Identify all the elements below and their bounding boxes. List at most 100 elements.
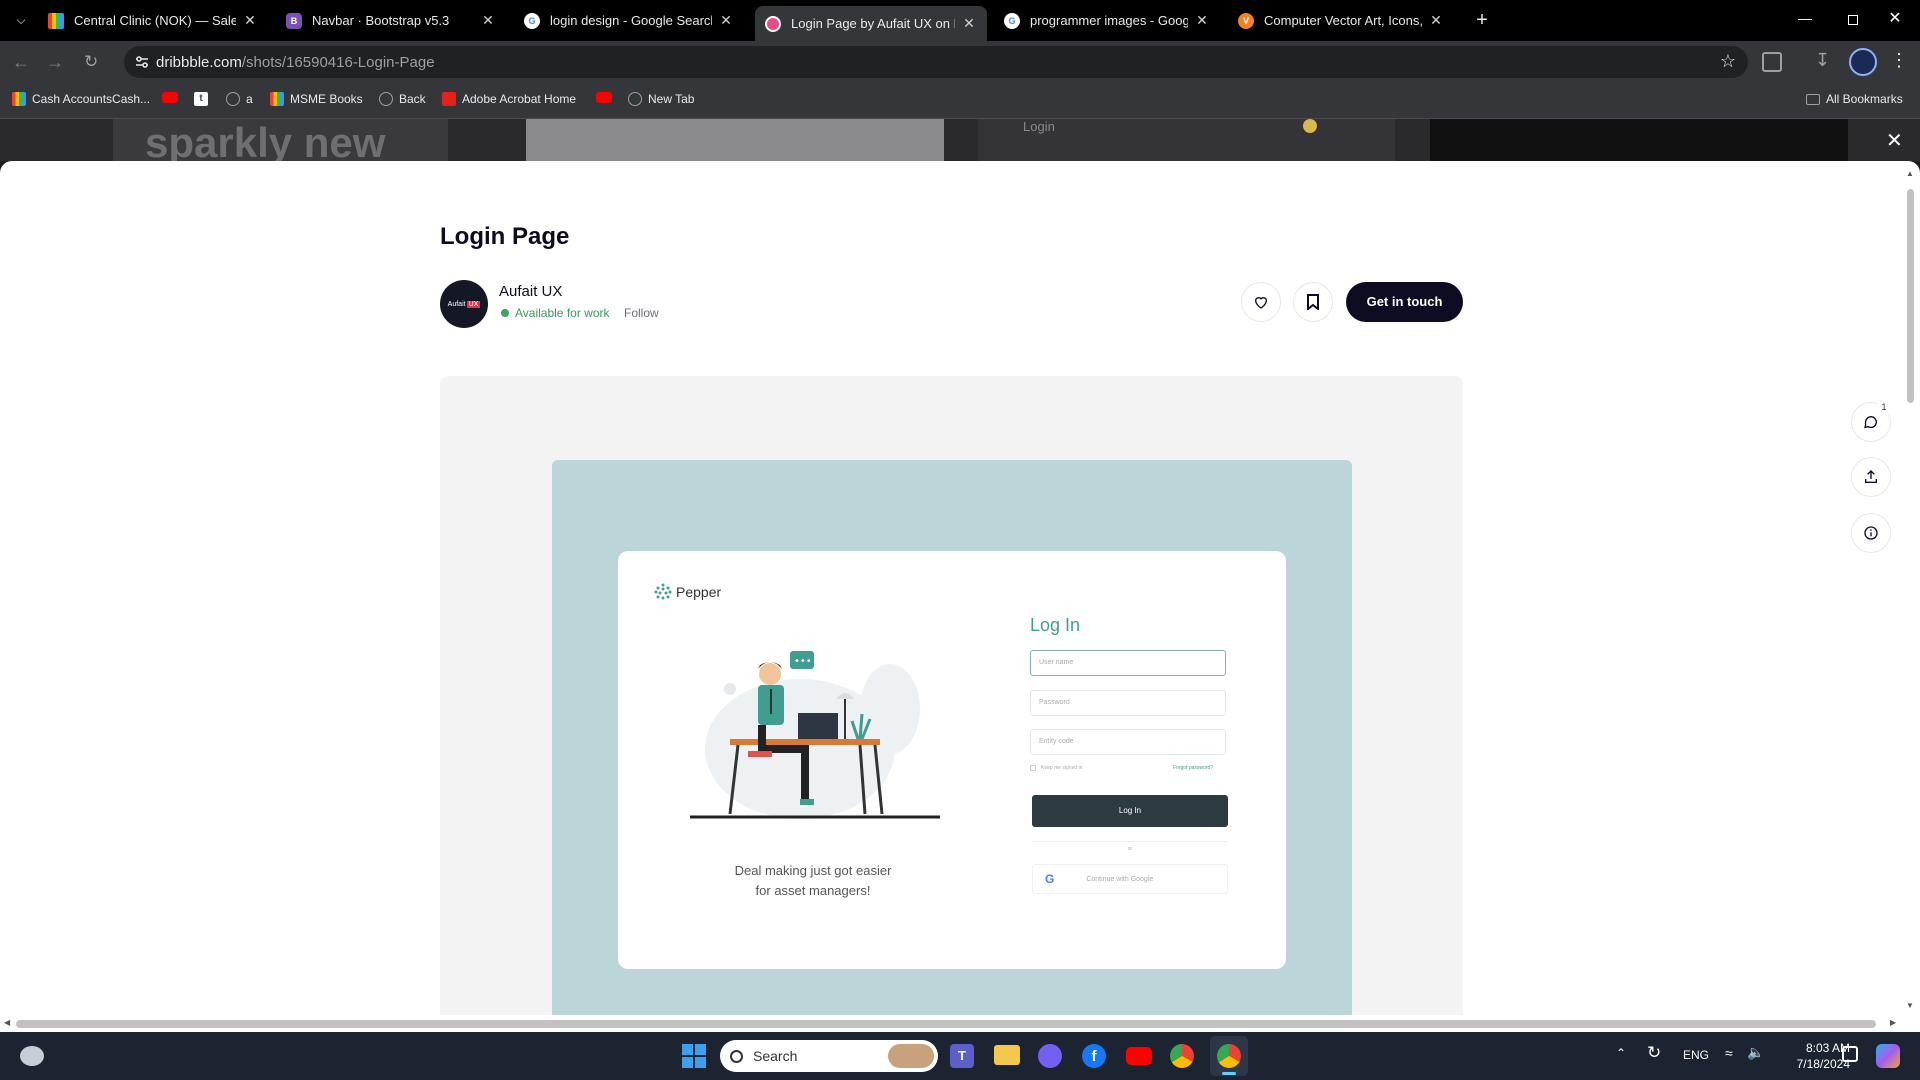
sync-icon[interactable]: ↻ bbox=[1647, 1043, 1661, 1063]
bookmark-cash-accounts[interactable]: Cash AccountsCash... bbox=[12, 92, 150, 106]
file-explorer-icon[interactable] bbox=[994, 1045, 1020, 1065]
scroll-up-arrow-icon[interactable]: ▲ bbox=[1906, 169, 1914, 178]
tab-search-chevron-icon[interactable]: ⌵ bbox=[10, 8, 32, 32]
background-shot-1[interactable]: sparkly new bbox=[113, 119, 448, 161]
bookmark-msme-books[interactable]: MSME Books bbox=[270, 92, 363, 106]
app-grid-icon bbox=[12, 92, 26, 106]
tab-title: Login Page by Aufait UX on Dri bbox=[791, 16, 955, 31]
continue-with-google-button[interactable]: G Continue with Google bbox=[1032, 864, 1228, 894]
bookmark-label: Back bbox=[399, 92, 426, 106]
wifi-icon[interactable]: ≈ bbox=[1725, 1045, 1733, 1061]
youtube-icon[interactable] bbox=[1126, 1047, 1152, 1065]
extensions-puzzle-icon[interactable] bbox=[1762, 52, 1782, 72]
chrome-active-icon[interactable] bbox=[1210, 1036, 1248, 1076]
tab-vecteezy[interactable]: V Computer Vector Art, Icons, and ✕ bbox=[1228, 5, 1454, 36]
close-tab-icon[interactable]: ✕ bbox=[242, 12, 258, 29]
bookmark-star-icon[interactable]: ☆ bbox=[1720, 51, 1736, 72]
login-button[interactable]: Log In bbox=[1032, 795, 1228, 827]
comments-button[interactable]: 1 bbox=[1851, 399, 1892, 442]
bookmark-a[interactable]: a bbox=[226, 92, 253, 106]
back-arrow-icon[interactable]: ← bbox=[12, 51, 34, 73]
teams-icon[interactable]: T bbox=[950, 1044, 974, 1068]
taskbar-search-box[interactable]: Search bbox=[720, 1040, 938, 1072]
forward-arrow-icon[interactable]: → bbox=[46, 51, 68, 73]
save-button[interactable] bbox=[1293, 282, 1333, 322]
background-shot-2[interactable] bbox=[526, 119, 944, 161]
entity-code-input[interactable]: Entity code bbox=[1030, 729, 1226, 755]
restore-window-icon[interactable] bbox=[1838, 10, 1868, 30]
tab-bootstrap[interactable]: B Navbar · Bootstrap v5.3 ✕ bbox=[276, 5, 506, 36]
bookmark-youtube-2[interactable] bbox=[596, 92, 618, 103]
bookmark-new-tab[interactable]: New Tab bbox=[628, 92, 694, 106]
tab-central-clinic[interactable]: Central Clinic (NOK) — Sales In ✕ bbox=[38, 5, 268, 36]
close-tab-icon[interactable]: ✕ bbox=[961, 15, 977, 32]
close-window-icon[interactable]: ✕ bbox=[1880, 8, 1910, 30]
app-grid-icon bbox=[270, 92, 284, 106]
all-bookmarks-folder[interactable]: All Bookmarks bbox=[1806, 92, 1903, 106]
minimize-window-icon[interactable]: — bbox=[1790, 10, 1820, 30]
details-button[interactable] bbox=[1851, 513, 1891, 553]
bookmark-label: Cash AccountsCash... bbox=[32, 92, 151, 106]
background-shot-text: Login bbox=[1023, 119, 1055, 134]
forgot-password-link[interactable]: Forgot password? bbox=[1173, 765, 1213, 771]
keep-signed-in-checkbox[interactable]: Keep me signed in bbox=[1030, 765, 1082, 771]
vertical-scrollbar[interactable]: ▲ ▼ bbox=[1902, 169, 1918, 1011]
like-button[interactable] bbox=[1241, 282, 1281, 322]
horizontal-scrollbar-thumb[interactable] bbox=[16, 1020, 1876, 1028]
language-indicator[interactable]: ENG bbox=[1683, 1048, 1709, 1062]
tab-google-login-design[interactable]: G login design - Google Search ✕ bbox=[514, 5, 744, 36]
follow-link[interactable]: Follow bbox=[624, 306, 659, 320]
scroll-down-arrow-icon[interactable]: ▼ bbox=[1906, 1001, 1914, 1010]
download-icon[interactable]: ↧ bbox=[1815, 50, 1830, 71]
new-tab-plus-icon[interactable]: + bbox=[1470, 8, 1494, 32]
reload-icon[interactable]: ↻ bbox=[84, 51, 106, 73]
close-tab-icon[interactable]: ✕ bbox=[1428, 12, 1444, 29]
background-shot-3[interactable]: Login bbox=[978, 119, 1395, 161]
windows-start-icon[interactable] bbox=[682, 1044, 706, 1068]
address-bar[interactable]: dribbble.com/shots/16590416-Login-Page ☆ bbox=[124, 46, 1748, 78]
username-input[interactable]: User name bbox=[1030, 650, 1226, 676]
bookmark-back[interactable]: Back bbox=[379, 92, 426, 106]
notifications-icon[interactable] bbox=[1842, 1046, 1858, 1062]
bookmark-adobe-acrobat[interactable]: Adobe Acrobat Home bbox=[442, 92, 576, 106]
close-tab-icon[interactable]: ✕ bbox=[480, 12, 496, 29]
bookmark-label: Adobe Acrobat Home bbox=[462, 92, 577, 106]
vecteezy-icon: V bbox=[1238, 12, 1254, 29]
horizontal-scrollbar-track[interactable]: ◀ ▶ bbox=[0, 1015, 1920, 1032]
browser-menu-icon[interactable]: ⋮ bbox=[1890, 50, 1908, 71]
background-shot-4[interactable] bbox=[1430, 119, 1848, 161]
scrollbar-thumb[interactable] bbox=[1907, 189, 1914, 403]
copilot-icon[interactable] bbox=[1876, 1044, 1900, 1068]
or-divider: or bbox=[1032, 841, 1228, 860]
globe-icon bbox=[226, 92, 240, 106]
scroll-left-arrow-icon[interactable]: ◀ bbox=[4, 1018, 10, 1027]
close-tab-icon[interactable]: ✕ bbox=[1194, 12, 1210, 29]
site-settings-icon[interactable] bbox=[134, 54, 150, 70]
tab-title: Computer Vector Art, Icons, and bbox=[1264, 13, 1422, 28]
author-avatar[interactable]: Aufait UX bbox=[440, 280, 488, 328]
bookmark-label: a bbox=[246, 92, 253, 106]
password-input[interactable]: Password bbox=[1030, 690, 1226, 716]
bookmark-tumblr[interactable]: t bbox=[194, 92, 214, 106]
volume-icon[interactable]: 🔈 bbox=[1747, 1044, 1764, 1061]
tab-programmer-images[interactable]: G programmer images - Google S ✕ bbox=[994, 5, 1220, 36]
close-modal-icon[interactable]: ✕ bbox=[1886, 131, 1903, 151]
clock[interactable]: 8:03 AM 7/18/2024 bbox=[1772, 1040, 1850, 1072]
author-name[interactable]: Aufait UX bbox=[499, 283, 562, 300]
bookmark-youtube[interactable] bbox=[162, 92, 184, 103]
get-in-touch-button[interactable]: Get in touch bbox=[1346, 282, 1463, 322]
chrome-icon[interactable] bbox=[1170, 1044, 1194, 1068]
share-button[interactable] bbox=[1851, 457, 1891, 497]
scroll-right-arrow-icon[interactable]: ▶ bbox=[1890, 1018, 1896, 1027]
bootstrap-icon: B bbox=[286, 12, 302, 29]
weather-widget-icon[interactable] bbox=[20, 1046, 44, 1066]
profile-avatar[interactable] bbox=[1849, 48, 1877, 76]
facebook-icon[interactable]: f bbox=[1082, 1044, 1106, 1068]
clock-date: 7/18/2024 bbox=[1796, 1057, 1850, 1071]
checkbox-box bbox=[1030, 765, 1036, 771]
close-tab-icon[interactable]: ✕ bbox=[718, 12, 734, 29]
show-hidden-icons-chevron[interactable]: ⌃ bbox=[1616, 1046, 1626, 1060]
tab-dribbble-login-page[interactable]: Login Page by Aufait UX on Dri ✕ bbox=[755, 6, 987, 41]
viber-icon[interactable] bbox=[1038, 1044, 1062, 1068]
pepper-dots-icon bbox=[654, 583, 672, 600]
